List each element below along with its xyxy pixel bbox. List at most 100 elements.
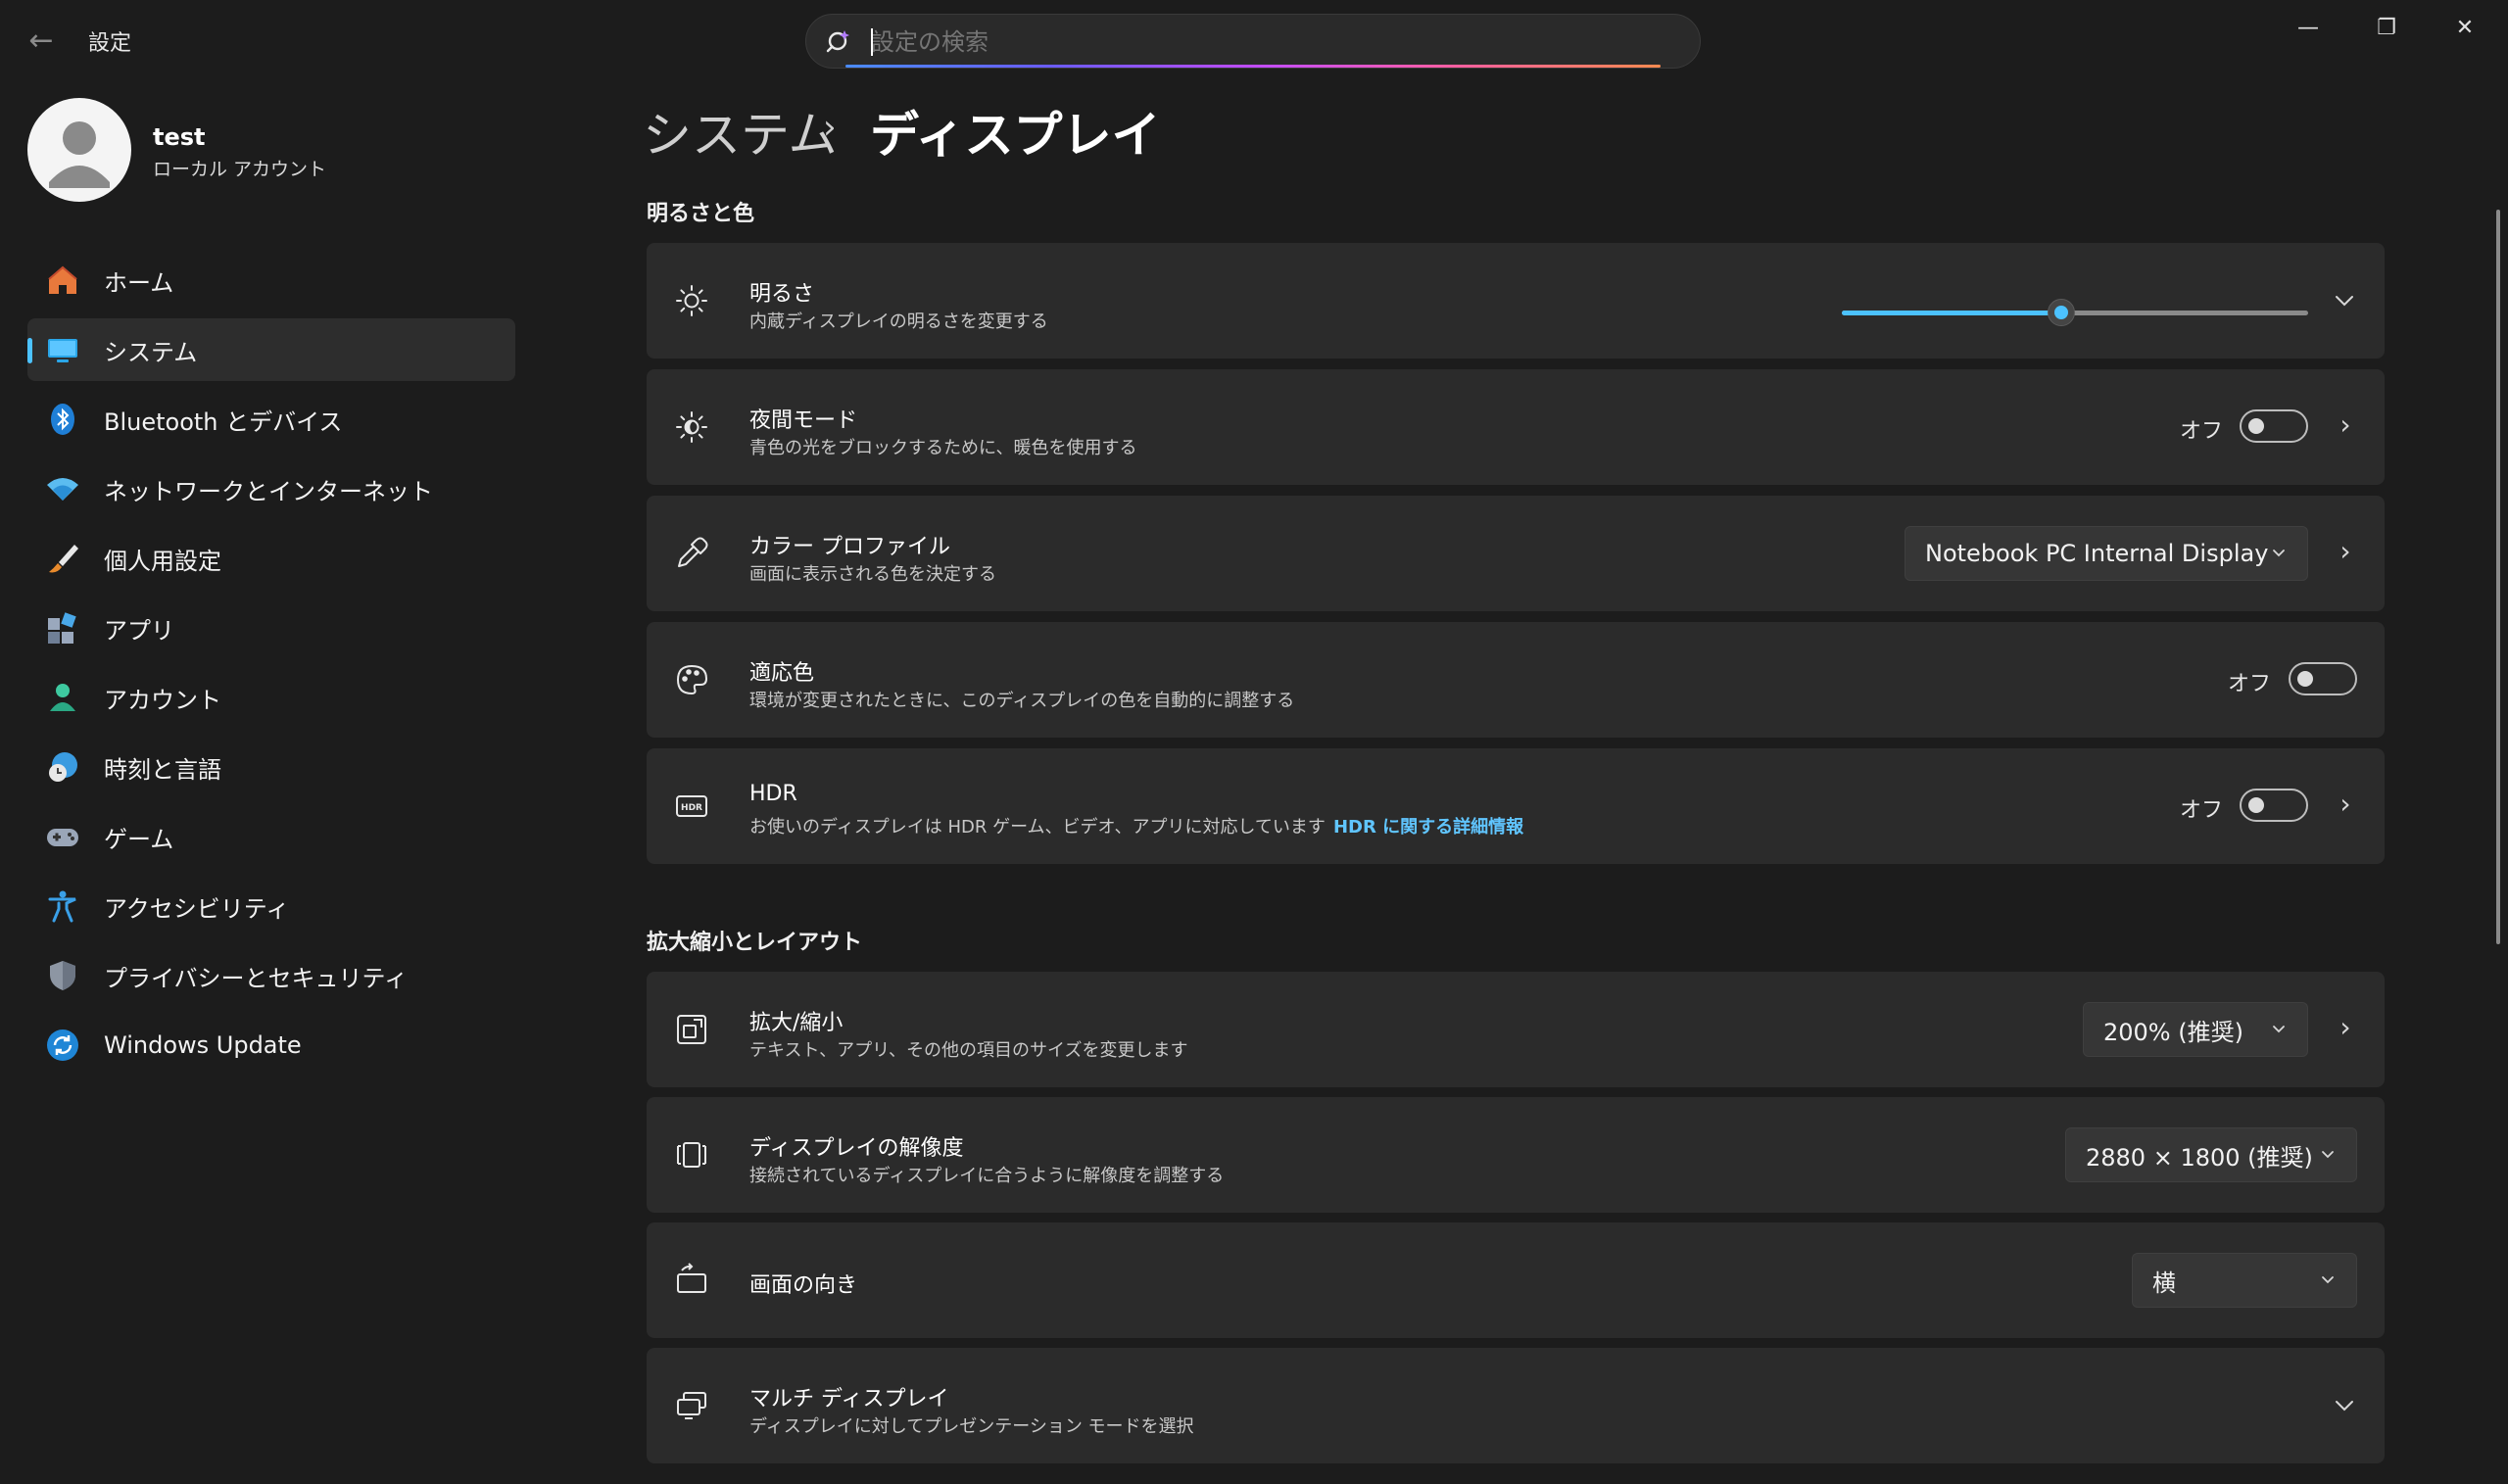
color-profile-title: カラー プロファイル	[749, 535, 950, 559]
sidebar-item-bluetooth[interactable]: Bluetooth とデバイス	[27, 388, 515, 451]
sidebar-item-label: ゲーム	[104, 825, 174, 853]
scale-title: 拡大/縮小	[749, 1011, 844, 1035]
shield-icon	[43, 956, 82, 995]
sidebar-item-label: プライバシーとセキュリティ	[104, 964, 409, 992]
brush-icon	[43, 539, 82, 578]
adaptive-color-toggle[interactable]	[2289, 662, 2357, 695]
breadcrumb-separator: ›	[823, 108, 837, 147]
sidebar-item-time-language[interactable]: 時刻と言語	[27, 736, 515, 798]
close-button[interactable]: ✕	[2426, 0, 2504, 55]
brightness-card[interactable]: 明るさ 内蔵ディスプレイの明るさを変更する	[647, 243, 2385, 359]
adaptive-color-card[interactable]: 適応色 環境が変更されたときに、このディスプレイの色を自動的に調整する オフ	[647, 622, 2385, 738]
time-language-icon	[43, 747, 82, 787]
sidebar-item-label: ホーム	[104, 268, 174, 297]
chevron-down-icon[interactable]	[2332, 1393, 2357, 1418]
adaptive-color-title: 適応色	[749, 661, 815, 686]
minimize-button[interactable]: —	[2269, 0, 2347, 55]
sidebar-item-label: システム	[104, 338, 198, 366]
night-light-toggle[interactable]	[2240, 409, 2308, 443]
app-title: 設定	[88, 31, 132, 56]
sidebar-item-apps[interactable]: アプリ	[27, 597, 515, 659]
breadcrumb-parent[interactable]: システム	[643, 96, 838, 167]
search-box[interactable]	[805, 14, 1701, 69]
resolution-dropdown[interactable]: 2880 × 1800 (推奨)	[2065, 1127, 2357, 1182]
multi-display-card[interactable]: マルチ ディスプレイ ディスプレイに対してプレゼンテーション モードを選択	[647, 1348, 2385, 1463]
sidebar-item-network[interactable]: ネットワークとインターネット	[27, 457, 515, 520]
maximize-button[interactable]: ❐	[2347, 0, 2426, 55]
toggle-knob	[2248, 797, 2264, 813]
hdr-title: HDR	[749, 782, 797, 806]
hdr-toggle[interactable]	[2240, 789, 2308, 822]
night-light-title: 夜間モード	[749, 408, 858, 433]
night-light-state: オフ	[2180, 419, 2224, 444]
sidebar-item-label: Bluetooth とデバイス	[104, 407, 343, 436]
section-title-scale-layout: 拡大縮小とレイアウト	[647, 931, 863, 955]
sidebar-item-privacy-security[interactable]: プライバシーとセキュリティ	[27, 944, 515, 1007]
orientation-card[interactable]: 画面の向き 横	[647, 1222, 2385, 1338]
accessibility-icon	[43, 886, 82, 926]
section-title-brightness-color: 明るさと色	[647, 202, 755, 226]
orientation-title: 画面の向き	[749, 1273, 858, 1298]
account-type: ローカル アカウント	[153, 159, 327, 180]
sidebar-item-label: ネットワークとインターネット	[104, 477, 433, 505]
text-caret	[871, 28, 873, 56]
scale-value: 200% (推奨)	[2103, 1018, 2243, 1046]
sidebar-item-system[interactable]: システム	[27, 318, 515, 381]
resolution-icon	[672, 1135, 711, 1174]
scale-dropdown[interactable]: 200% (推奨)	[2083, 1002, 2308, 1057]
eyedropper-icon	[672, 534, 711, 573]
multi-display-icon	[672, 1386, 711, 1425]
hdr-icon: HDR	[672, 787, 711, 826]
apps-icon	[43, 608, 82, 647]
slider-fill	[1842, 311, 2061, 315]
sidebar-item-label: アクセシビリティ	[104, 894, 290, 923]
chevron-down-icon	[2273, 550, 2285, 557]
night-light-card[interactable]: 夜間モード 青色の光をブロックするために、暖色を使用する オフ ›	[647, 369, 2385, 485]
sun-icon	[672, 281, 711, 320]
slider-thumb[interactable]	[2047, 299, 2075, 326]
hdr-learn-more-link[interactable]: HDR に関する詳細情報	[1333, 817, 1523, 838]
night-light-subtitle: 青色の光をブロックするために、暖色を使用する	[749, 438, 1137, 458]
adaptive-color-state: オフ	[2228, 672, 2272, 696]
scrollbar[interactable]	[2496, 210, 2500, 944]
hdr-card[interactable]: HDR HDR お使いのディスプレイは HDR ゲーム、ビデオ、アプリに対応して…	[647, 748, 2385, 864]
chevron-right-icon[interactable]: ›	[2336, 410, 2355, 440]
brightness-subtitle: 内蔵ディスプレイの明るさを変更する	[749, 311, 1048, 332]
sidebar-item-accounts[interactable]: アカウント	[27, 666, 515, 729]
hdr-subtitle-text: お使いのディスプレイは HDR ゲーム、ビデオ、アプリに対応しています	[749, 817, 1326, 838]
back-button[interactable]: ←	[20, 22, 63, 61]
sidebar-item-label: アカウント	[104, 686, 221, 714]
wifi-icon	[43, 469, 82, 508]
color-profile-dropdown[interactable]: Notebook PC Internal Display	[1905, 526, 2308, 581]
user-avatar-icon	[49, 121, 110, 188]
chevron-right-icon[interactable]: ›	[2336, 790, 2355, 819]
svg-text:HDR: HDR	[681, 803, 702, 813]
color-profile-card[interactable]: カラー プロファイル 画面に表示される色を決定する Notebook PC In…	[647, 496, 2385, 611]
orientation-dropdown[interactable]: 横	[2132, 1253, 2357, 1308]
minimize-icon: —	[2297, 15, 2319, 40]
chevron-right-icon[interactable]: ›	[2336, 1013, 2355, 1042]
color-profile-value: Notebook PC Internal Display	[1925, 540, 2269, 567]
chevron-down-icon	[2273, 1026, 2285, 1033]
chevron-right-icon[interactable]: ›	[2336, 537, 2355, 566]
palette-icon	[672, 660, 711, 699]
multi-display-title: マルチ ディスプレイ	[749, 1387, 949, 1412]
system-icon	[43, 330, 82, 369]
sidebar-item-label: アプリ	[104, 616, 174, 645]
resolution-card[interactable]: ディスプレイの解像度 接続されているディスプレイに合うように解像度を調整する 2…	[647, 1097, 2385, 1213]
search-input[interactable]	[869, 23, 1657, 62]
chevron-down-icon[interactable]	[2332, 288, 2357, 313]
bluetooth-icon	[43, 400, 82, 439]
multi-display-subtitle: ディスプレイに対してプレゼンテーション モードを選択	[749, 1416, 1194, 1437]
brightness-slider[interactable]	[1842, 299, 2308, 328]
windows-update-icon	[43, 1026, 82, 1065]
toggle-knob	[2248, 418, 2264, 434]
sidebar-item-windows-update[interactable]: Windows Update	[27, 1014, 515, 1077]
sidebar-item-personalization[interactable]: 個人用設定	[27, 527, 515, 590]
scale-card[interactable]: 拡大/縮小 テキスト、アプリ、その他の項目のサイズを変更します 200% (推奨…	[647, 972, 2385, 1087]
sidebar-item-gaming[interactable]: ゲーム	[27, 805, 515, 868]
sidebar-item-accessibility[interactable]: アクセシビリティ	[27, 875, 515, 937]
resolution-subtitle: 接続されているディスプレイに合うように解像度を調整する	[749, 1166, 1225, 1186]
avatar[interactable]	[27, 98, 131, 202]
sidebar-item-home[interactable]: ホーム	[27, 249, 515, 311]
